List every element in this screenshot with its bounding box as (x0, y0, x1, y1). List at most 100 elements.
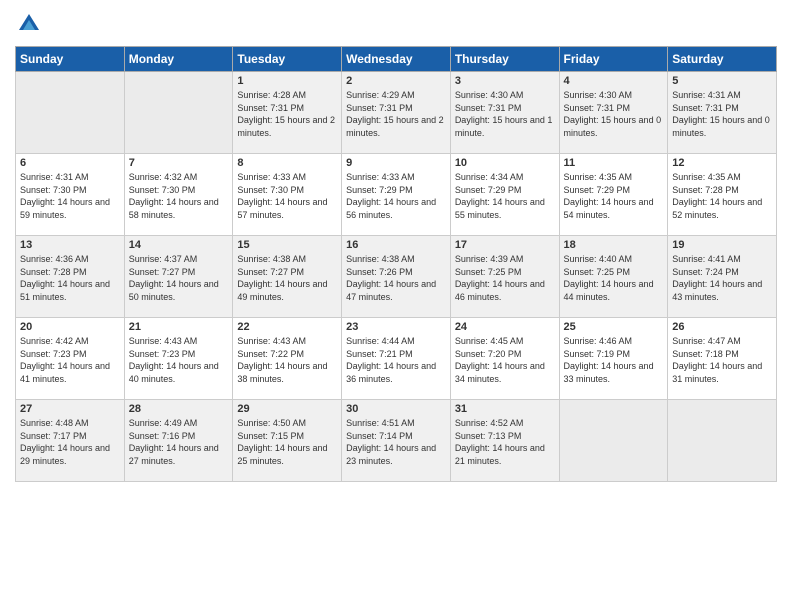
calendar-cell (668, 400, 777, 482)
day-number: 29 (237, 403, 337, 415)
day-info: Sunrise: 4:46 AM Sunset: 7:19 PM Dayligh… (564, 335, 664, 385)
calendar-cell: 14Sunrise: 4:37 AM Sunset: 7:27 PM Dayli… (124, 236, 233, 318)
day-number: 23 (346, 321, 446, 333)
day-number: 27 (20, 403, 120, 415)
day-number: 6 (20, 157, 120, 169)
day-info: Sunrise: 4:33 AM Sunset: 7:30 PM Dayligh… (237, 171, 337, 221)
calendar-cell: 5 Sunrise: 4:31 AM Sunset: 7:31 PM Daylig… (668, 72, 777, 154)
calendar-week-row: 20 Sunrise: 4:42 AM Sunset: 7:23 PM Dayli… (16, 318, 777, 400)
day-info: Sunrise: 4:29 AM Sunset: 7:31 PM Dayligh… (346, 89, 446, 139)
day-info: Sunrise: 4:44 AM Sunset: 7:21 PM Dayligh… (346, 335, 446, 385)
calendar-cell: 9 Sunrise: 4:33 AM Sunset: 7:29 PM Daylig… (342, 154, 451, 236)
day-info: Sunrise: 4:50 AM Sunset: 7:15 PM Dayligh… (237, 417, 337, 467)
calendar-week-row: 27 Sunrise: 4:48 AM Sunset: 7:17 PM Dayli… (16, 400, 777, 482)
weekday-header-sunday: Sunday (16, 47, 125, 72)
day-number: 26 (672, 321, 772, 333)
calendar-week-row: 13 Sunrise: 4:36 AM Sunset: 7:28 PM Dayli… (16, 236, 777, 318)
day-info: Sunrise: 4:38 AM Sunset: 7:27 PM Dayligh… (237, 253, 337, 303)
day-number: 2 (346, 75, 446, 87)
calendar-cell: 11 Sunrise: 4:35 AM Sunset: 7:29 PM Dayli… (559, 154, 668, 236)
calendar-cell: 10Sunrise: 4:34 AM Sunset: 7:29 PM Dayli… (450, 154, 559, 236)
day-info: Sunrise: 4:39 AM Sunset: 7:25 PM Dayligh… (455, 253, 555, 303)
day-number: 19 (672, 239, 772, 251)
calendar-cell: 27 Sunrise: 4:48 AM Sunset: 7:17 PM Dayli… (16, 400, 125, 482)
calendar-cell: 16Sunrise: 4:38 AM Sunset: 7:26 PM Dayli… (342, 236, 451, 318)
calendar-cell: 7 Sunrise: 4:32 AM Sunset: 7:30 PM Daylig… (124, 154, 233, 236)
calendar-cell: 24 Sunrise: 4:45 AM Sunset: 7:20 PM Dayli… (450, 318, 559, 400)
calendar-cell: 15 Sunrise: 4:38 AM Sunset: 7:27 PM Dayli… (233, 236, 342, 318)
calendar-cell: 30 Sunrise: 4:51 AM Sunset: 7:14 PM Dayli… (342, 400, 451, 482)
calendar-cell (16, 72, 125, 154)
day-number: 13 (20, 239, 120, 251)
day-number: 9 (346, 157, 446, 169)
day-number: 15 (237, 239, 337, 251)
day-number: 10 (455, 157, 555, 169)
weekday-header-friday: Friday (559, 47, 668, 72)
day-info: Sunrise: 4:42 AM Sunset: 7:23 PM Dayligh… (20, 335, 120, 385)
day-info: Sunrise: 4:47 AM Sunset: 7:18 PM Dayligh… (672, 335, 772, 385)
day-info: Sunrise: 4:35 AM Sunset: 7:29 PM Dayligh… (564, 171, 664, 221)
weekday-header-thursday: Thursday (450, 47, 559, 72)
day-info: Sunrise: 4:41 AM Sunset: 7:24 PM Dayligh… (672, 253, 772, 303)
day-info: Sunrise: 4:49 AM Sunset: 7:16 PM Dayligh… (129, 417, 229, 467)
page: SundayMondayTuesdayWednesdayThursdayFrid… (0, 0, 792, 612)
day-info: Sunrise: 4:38 AM Sunset: 7:26 PM Dayligh… (346, 253, 446, 303)
day-info: Sunrise: 4:37 AM Sunset: 7:27 PM Dayligh… (129, 253, 229, 303)
logo-icon (15, 10, 43, 38)
day-info: Sunrise: 4:51 AM Sunset: 7:14 PM Dayligh… (346, 417, 446, 467)
header (15, 10, 777, 38)
day-info: Sunrise: 4:36 AM Sunset: 7:28 PM Dayligh… (20, 253, 120, 303)
calendar-cell: 19 Sunrise: 4:41 AM Sunset: 7:24 PM Dayli… (668, 236, 777, 318)
day-number: 31 (455, 403, 555, 415)
day-info: Sunrise: 4:30 AM Sunset: 7:31 PM Dayligh… (564, 89, 664, 139)
calendar-cell (124, 72, 233, 154)
day-info: Sunrise: 4:43 AM Sunset: 7:23 PM Dayligh… (129, 335, 229, 385)
calendar-cell: 23 Sunrise: 4:44 AM Sunset: 7:21 PM Dayli… (342, 318, 451, 400)
day-number: 3 (455, 75, 555, 87)
day-info: Sunrise: 4:30 AM Sunset: 7:31 PM Dayligh… (455, 89, 555, 139)
day-number: 30 (346, 403, 446, 415)
day-info: Sunrise: 4:40 AM Sunset: 7:25 PM Dayligh… (564, 253, 664, 303)
day-number: 25 (564, 321, 664, 333)
day-number: 5 (672, 75, 772, 87)
day-info: Sunrise: 4:28 AM Sunset: 7:31 PM Dayligh… (237, 89, 337, 139)
calendar-cell: 13 Sunrise: 4:36 AM Sunset: 7:28 PM Dayli… (16, 236, 125, 318)
day-info: Sunrise: 4:31 AM Sunset: 7:31 PM Dayligh… (672, 89, 772, 139)
day-number: 21 (129, 321, 229, 333)
calendar-cell: 18Sunrise: 4:40 AM Sunset: 7:25 PM Dayli… (559, 236, 668, 318)
day-info: Sunrise: 4:45 AM Sunset: 7:20 PM Dayligh… (455, 335, 555, 385)
day-info: Sunrise: 4:52 AM Sunset: 7:13 PM Dayligh… (455, 417, 555, 467)
day-number: 24 (455, 321, 555, 333)
calendar-cell: 20 Sunrise: 4:42 AM Sunset: 7:23 PM Dayli… (16, 318, 125, 400)
day-number: 8 (237, 157, 337, 169)
day-number: 20 (20, 321, 120, 333)
day-info: Sunrise: 4:48 AM Sunset: 7:17 PM Dayligh… (20, 417, 120, 467)
day-info: Sunrise: 4:32 AM Sunset: 7:30 PM Dayligh… (129, 171, 229, 221)
calendar-cell: 6 Sunrise: 4:31 AM Sunset: 7:30 PM Daylig… (16, 154, 125, 236)
day-info: Sunrise: 4:33 AM Sunset: 7:29 PM Dayligh… (346, 171, 446, 221)
day-info: Sunrise: 4:31 AM Sunset: 7:30 PM Dayligh… (20, 171, 120, 221)
weekday-header-tuesday: Tuesday (233, 47, 342, 72)
weekday-header-saturday: Saturday (668, 47, 777, 72)
weekday-header-monday: Monday (124, 47, 233, 72)
day-number: 28 (129, 403, 229, 415)
calendar-cell: 1 Sunrise: 4:28 AM Sunset: 7:31 PM Daylig… (233, 72, 342, 154)
day-number: 7 (129, 157, 229, 169)
calendar: SundayMondayTuesdayWednesdayThursdayFrid… (15, 46, 777, 482)
calendar-cell: 3 Sunrise: 4:30 AM Sunset: 7:31 PM Daylig… (450, 72, 559, 154)
calendar-cell: 31 Sunrise: 4:52 AM Sunset: 7:13 PM Dayli… (450, 400, 559, 482)
day-info: Sunrise: 4:43 AM Sunset: 7:22 PM Dayligh… (237, 335, 337, 385)
day-number: 17 (455, 239, 555, 251)
calendar-cell: 22 Sunrise: 4:43 AM Sunset: 7:22 PM Dayli… (233, 318, 342, 400)
calendar-cell: 4Sunrise: 4:30 AM Sunset: 7:31 PM Daylig… (559, 72, 668, 154)
day-number: 22 (237, 321, 337, 333)
calendar-cell: 17 Sunrise: 4:39 AM Sunset: 7:25 PM Dayli… (450, 236, 559, 318)
day-number: 11 (564, 157, 664, 169)
calendar-cell: 8 Sunrise: 4:33 AM Sunset: 7:30 PM Daylig… (233, 154, 342, 236)
calendar-cell: 26 Sunrise: 4:47 AM Sunset: 7:18 PM Dayli… (668, 318, 777, 400)
calendar-cell (559, 400, 668, 482)
weekday-header-wednesday: Wednesday (342, 47, 451, 72)
day-number: 1 (237, 75, 337, 87)
weekday-header-row: SundayMondayTuesdayWednesdayThursdayFrid… (16, 47, 777, 72)
day-info: Sunrise: 4:35 AM Sunset: 7:28 PM Dayligh… (672, 171, 772, 221)
